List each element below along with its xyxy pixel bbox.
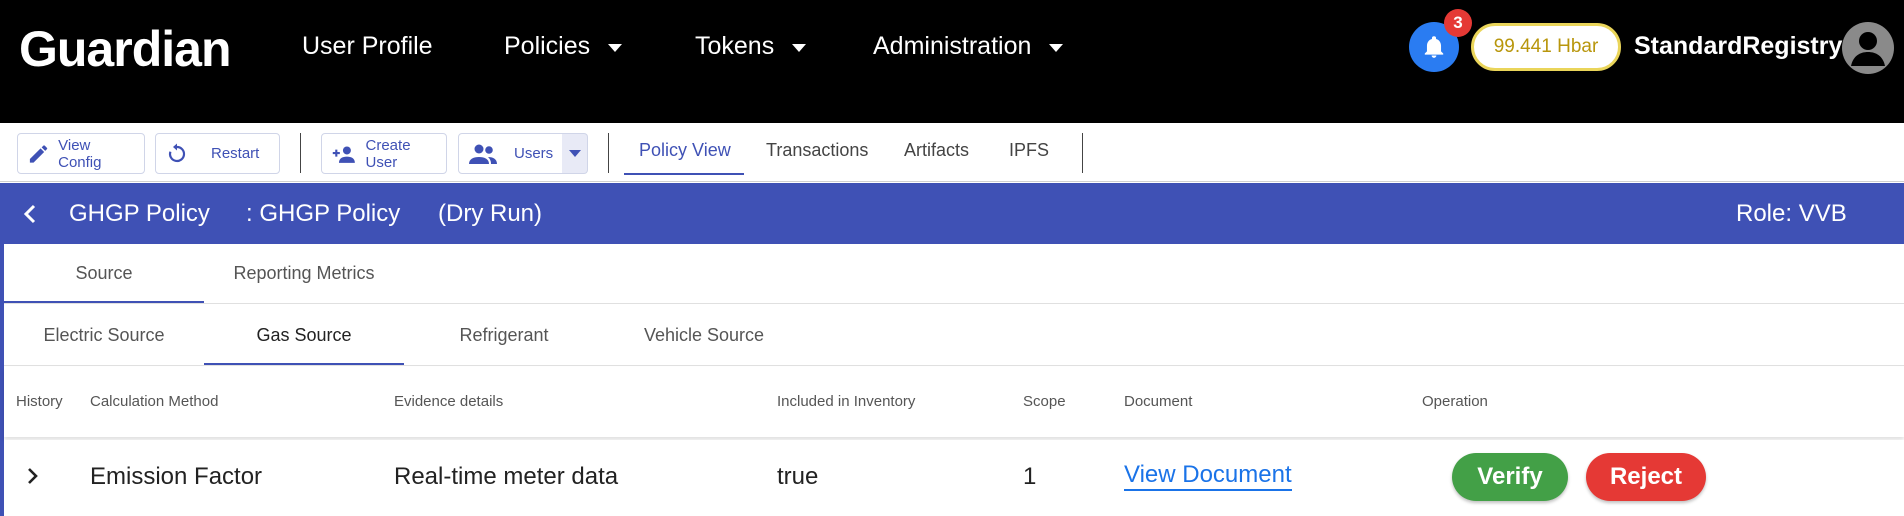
tab-refrigerant[interactable]: Refrigerant xyxy=(404,325,604,346)
reject-button[interactable]: Reject xyxy=(1586,453,1706,501)
nav-administration-label: Administration xyxy=(873,32,1032,60)
view-document-link[interactable]: View Document xyxy=(1124,461,1292,491)
nav-policies-label: Policies xyxy=(504,32,591,60)
nav-user-profile[interactable]: User Profile xyxy=(302,32,433,61)
nav-policies[interactable]: Policies xyxy=(504,32,623,61)
tab-policy-view[interactable]: Policy View xyxy=(639,140,731,161)
back-chevron-icon[interactable] xyxy=(22,203,38,225)
tab-gas-source[interactable]: Gas Source xyxy=(204,325,404,346)
pencil-icon xyxy=(29,144,48,163)
restart-label: Restart xyxy=(211,145,260,162)
table-row: Emission Factor Real-time meter data tru… xyxy=(4,440,1904,516)
tab-ipfs[interactable]: IPFS xyxy=(1009,140,1049,161)
cell-included-in-inventory: true xyxy=(777,463,819,490)
tab-source[interactable]: Source xyxy=(4,263,204,284)
tab-reporting-metrics[interactable]: Reporting Metrics xyxy=(204,263,404,284)
cell-calculation-method: Emission Factor xyxy=(90,463,263,490)
caret-down-icon xyxy=(608,43,623,52)
avatar-silhouette xyxy=(1851,32,1885,66)
cell-scope: 1 xyxy=(1023,463,1037,490)
people-icon xyxy=(469,144,497,164)
tab-artifacts[interactable]: Artifacts xyxy=(904,140,969,161)
source-tabs: Source Reporting Metrics xyxy=(4,244,1904,304)
app-logo[interactable]: Guardian xyxy=(19,20,231,78)
person-add-icon xyxy=(332,145,355,163)
column-header-document: Document xyxy=(1124,393,1193,410)
column-header-history: History xyxy=(16,393,63,410)
column-header-evidence-details: Evidence details xyxy=(394,393,504,410)
create-user-button[interactable]: Create User xyxy=(321,133,447,174)
users-label: Users xyxy=(514,145,554,162)
bell-icon xyxy=(1424,36,1444,58)
column-header-calculation-method: Calculation Method xyxy=(90,393,219,410)
active-tab-indicator xyxy=(204,363,404,365)
policy-mode: (Dry Run) xyxy=(438,200,543,227)
toolbar-divider xyxy=(608,133,609,173)
toolbar-divider xyxy=(300,133,301,173)
policy-subtitle: : GHGP Policy xyxy=(246,200,401,227)
notification-count-badge: 3 xyxy=(1444,9,1472,37)
table-header: History Calculation Method Evidence deta… xyxy=(4,367,1904,437)
caret-down-icon xyxy=(1049,43,1064,52)
nav-user-profile-label: User Profile xyxy=(302,32,433,60)
column-header-included-in-inventory: Included in Inventory xyxy=(777,393,916,410)
users-button[interactable]: Users xyxy=(458,133,564,174)
policy-name: GHGP Policy xyxy=(69,200,210,227)
create-user-label: Create User xyxy=(365,136,411,171)
nav-tokens-label: Tokens xyxy=(695,32,775,60)
tab-transactions[interactable]: Transactions xyxy=(766,140,868,161)
policy-toolbar: View Config Restart Create User Users Po… xyxy=(0,123,1904,182)
tab-vehicle-source[interactable]: Vehicle Source xyxy=(604,325,804,346)
cell-evidence-details: Real-time meter data xyxy=(394,463,619,490)
restart-icon xyxy=(168,143,186,162)
nav-administration[interactable]: Administration xyxy=(873,32,1064,61)
toolbar-divider xyxy=(1082,133,1083,173)
nav-tokens[interactable]: Tokens xyxy=(695,32,807,61)
active-tab-indicator xyxy=(4,301,204,303)
view-config-label: View Config xyxy=(58,136,102,171)
verify-button[interactable]: Verify xyxy=(1452,453,1568,501)
view-config-button[interactable]: View Config xyxy=(17,133,145,174)
top-navbar: Guardian User Profile Policies Tokens Ad… xyxy=(0,0,1904,123)
user-role: Role: VVB xyxy=(1736,200,1847,227)
restart-button[interactable]: Restart xyxy=(155,133,280,174)
user-avatar-icon[interactable] xyxy=(1842,22,1894,74)
caret-down-icon xyxy=(568,150,581,157)
tab-electric-source[interactable]: Electric Source xyxy=(4,325,204,346)
policy-header: GHGP Policy : GHGP Policy (Dry Run) Role… xyxy=(0,183,1904,244)
caret-down-icon xyxy=(792,43,807,52)
view-document-link-wrapper: View Document xyxy=(1124,461,1292,491)
username[interactable]: StandardRegistry xyxy=(1634,32,1842,61)
expand-chevron-icon[interactable] xyxy=(26,466,40,486)
users-dropdown-toggle[interactable] xyxy=(562,133,588,174)
source-type-tabs: Electric Source Gas Source Refrigerant V… xyxy=(4,305,1904,366)
balance-badge: 99.441 Hbar xyxy=(1471,23,1621,71)
active-tab-indicator xyxy=(624,173,744,175)
column-header-scope: Scope xyxy=(1023,393,1066,410)
column-header-operation: Operation xyxy=(1422,393,1488,410)
